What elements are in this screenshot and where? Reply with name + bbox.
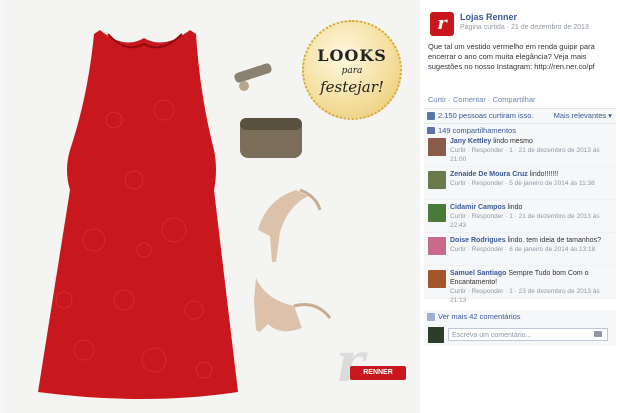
commenter-name[interactable]: Doise Rodrigues: [450, 237, 506, 244]
facebook-photo-viewer: LOOKS para festejar! r RENNER r Lojas Re…: [0, 0, 620, 413]
commenter-avatar[interactable]: [428, 204, 446, 222]
gold-bracelet: [234, 63, 272, 91]
page-name-link[interactable]: Lojas Renner: [460, 12, 517, 22]
comment-text: lindo!!!!!!!: [529, 171, 559, 178]
view-more-comments-link[interactable]: Ver mais 42 comentários: [424, 310, 616, 324]
comment-meta[interactable]: Curtir · Responder · 5 de janeiro de 201…: [450, 179, 614, 188]
user-avatar: [428, 327, 444, 343]
page-avatar[interactable]: r: [430, 12, 454, 36]
comment-meta[interactable]: Curtir · Responder · 6 de janeiro de 201…: [450, 245, 614, 254]
commenter-avatar[interactable]: [428, 270, 446, 288]
comment-item: Doise Rodrigues lindo. tem ideia de tama…: [424, 233, 616, 266]
comment-input[interactable]: Escreva um comentário...: [448, 328, 608, 341]
badge-subtitle: para: [341, 66, 363, 76]
comment-body: Zenaide De Moura Cruz lindo!!!!!!! Curti…: [450, 170, 614, 188]
comment-text: lindo. tem ideia de tamanhos?: [507, 237, 601, 244]
commenter-name[interactable]: Samuel Santiago: [450, 270, 506, 277]
nude-heel-shoes: [254, 188, 332, 332]
comment-meta[interactable]: Curtir · Responder · 1 · 21 de dezembro …: [450, 212, 614, 230]
commenter-name[interactable]: Jany Kettley: [450, 138, 491, 145]
comment-body: Samuel Santiago Sempre Tudo bom Com o En…: [450, 269, 614, 305]
commenter-name[interactable]: Cidamir Campos: [450, 204, 506, 211]
camera-icon[interactable]: [594, 331, 602, 337]
comment-meta[interactable]: Curtir · Responder · 1 · 23 de dezembro …: [450, 287, 614, 305]
post-side-panel: r Lojas Renner Página curtida · 21 de de…: [420, 0, 620, 413]
commenter-avatar[interactable]: [428, 171, 446, 189]
commenter-avatar[interactable]: [428, 138, 446, 156]
commenter-name[interactable]: Zenaide De Moura Cruz: [450, 171, 528, 178]
comment-composer: Escreva um comentário...: [424, 324, 616, 346]
comment-body: Doise Rodrigues lindo. tem ideia de tama…: [450, 236, 614, 254]
post-header: r Lojas Renner Página curtida · 21 de de…: [428, 8, 618, 38]
badge-title: LOOKS: [317, 46, 387, 65]
post-text: Que tal um vestido vermelho em renda gui…: [428, 42, 595, 71]
renner-watermark: r: [336, 330, 365, 394]
comment-body: Cidamir Campos lindo Curtir · Responder …: [450, 203, 614, 230]
comment-item: Cidamir Campos lindo Curtir · Responder …: [424, 200, 616, 233]
silver-clutch-bag: [240, 118, 302, 158]
comment-item: Jany Kettley lindo mesmo Curtir · Respon…: [424, 134, 616, 167]
thumbs-up-icon: [427, 112, 435, 120]
looks-para-festejar-badge: LOOKS para festejar!: [302, 20, 402, 120]
comments-list: Jany Kettley lindo mesmo Curtir · Respon…: [424, 134, 616, 304]
view-more-label[interactable]: Ver mais 42 comentários: [438, 312, 521, 321]
likes-row[interactable]: 2.150 pessoas curtiram isso. Mais releva…: [424, 109, 616, 124]
comment-text: lindo: [507, 204, 523, 211]
badge-tagline: festejar!: [320, 78, 384, 96]
post-actions[interactable]: Curtir · Comentar · Compartilhar: [428, 95, 536, 104]
sort-dropdown[interactable]: Mais relevantes ▾: [554, 109, 612, 123]
renner-logo: RENNER: [350, 366, 406, 380]
comment-item: Zenaide De Moura Cruz lindo!!!!!!! Curti…: [424, 167, 616, 200]
comment-text: lindo mesmo: [493, 138, 533, 145]
comment-icon: [427, 313, 435, 321]
post-photo[interactable]: LOOKS para festejar! r RENNER: [4, 0, 416, 413]
red-lace-dress: [38, 30, 238, 399]
commenter-avatar[interactable]: [428, 237, 446, 255]
comment-body: Jany Kettley lindo mesmo Curtir · Respon…: [450, 137, 614, 164]
post-meta: Página curtida · 21 de dezembro de 2013 …: [460, 24, 594, 31]
comment-item: Samuel Santiago Sempre Tudo bom Com o En…: [424, 266, 616, 304]
likes-count[interactable]: 2.150 pessoas curtiram isso.: [438, 111, 533, 120]
comment-meta[interactable]: Curtir · Responder · 1 · 21 de dezembro …: [450, 146, 614, 164]
